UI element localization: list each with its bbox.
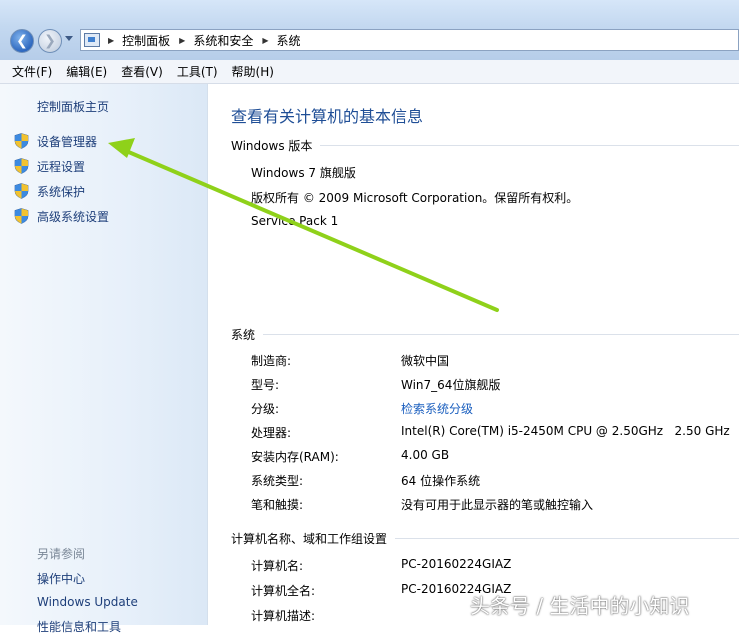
recent-pages-dropdown[interactable] (65, 36, 73, 41)
ram-value: 4.00 GB (401, 448, 450, 462)
service-pack: Service Pack 1 (251, 214, 339, 228)
full-name-label: 计算机全名: (251, 584, 316, 598)
menu-bar: 文件(F) 编辑(E) 查看(V) 工具(T) 帮助(H) (0, 60, 739, 84)
uac-shield-icon (14, 158, 29, 174)
divider (395, 538, 739, 539)
task-label: 设备管理器 (37, 134, 98, 149)
arrow-left-icon: ❮ (16, 33, 28, 49)
uac-shield-icon (14, 183, 29, 199)
edition-name: Windows 7 旗舰版 (251, 166, 356, 180)
address-bar[interactable]: ▶ 控制面板 ▶ 系统和安全 ▶ 系统 (80, 29, 739, 51)
computer-name-label: 计算机名: (251, 559, 304, 573)
title-bar: ❮ ❯ ▶ 控制面板 ▶ 系统和安全 ▶ 系统 (0, 0, 739, 60)
task-pane: 控制面板主页 设备管理器 远程设置 系统保护 高级系统设置 另请参阅 操作中心 … (0, 84, 208, 634)
uac-shield-icon (14, 133, 29, 149)
see-also-windows-update[interactable]: Windows Update (37, 595, 138, 609)
chevron-right-icon[interactable]: ▶ (262, 36, 268, 45)
task-system-protection[interactable]: 系统保护 (14, 182, 85, 200)
see-also-heading: 另请参阅 (37, 547, 86, 561)
computer-name-value: PC-20160224GIAZ (401, 557, 512, 571)
copyright-text: 版权所有 © 2009 Microsoft Corporation。保留所有权利… (251, 191, 579, 205)
ram-label: 安装内存(RAM): (251, 450, 339, 464)
pen-touch-label: 笔和触摸: (251, 498, 304, 512)
control-panel-home-link[interactable]: 控制面板主页 (37, 98, 109, 115)
rating-link[interactable]: 检索系统分级 (401, 400, 473, 417)
rating-label: 分级: (251, 402, 280, 416)
page-title: 查看有关计算机的基本信息 (231, 107, 424, 126)
menu-help[interactable]: 帮助(H) (225, 63, 281, 80)
model-value: Win7_64位旗舰版 (401, 378, 501, 392)
task-label: 远程设置 (37, 159, 86, 174)
chevron-right-icon[interactable]: ▶ (179, 36, 185, 45)
task-advanced-settings[interactable]: 高级系统设置 (14, 207, 109, 225)
pen-touch-value: 没有可用于此显示器的笔或触控输入 (401, 498, 594, 512)
menu-edit[interactable]: 编辑(E) (59, 63, 114, 80)
model-label: 型号: (251, 378, 280, 392)
chevron-right-icon[interactable]: ▶ (108, 36, 114, 45)
system-type-value: 64 位操作系统 (401, 474, 481, 488)
back-button[interactable]: ❮ (10, 29, 34, 53)
uac-shield-icon (14, 208, 29, 224)
section-computer-name: 计算机名称、域和工作组设置 (231, 530, 739, 547)
menu-file[interactable]: 文件(F) (0, 63, 59, 80)
see-also-performance[interactable]: 性能信息和工具 (37, 618, 121, 635)
manufacturer-value: 微软中国 (401, 354, 450, 368)
processor-label: 处理器: (251, 426, 292, 440)
manufacturer-label: 制造商: (251, 354, 292, 368)
section-heading: Windows 版本 (231, 139, 313, 153)
menu-view[interactable]: 查看(V) (114, 63, 170, 80)
main-content: 查看有关计算机的基本信息 Windows 版本 Windows 7 旗舰版 版权… (208, 84, 739, 625)
breadcrumb-control-panel[interactable]: 控制面板 (122, 32, 170, 49)
task-device-manager[interactable]: 设备管理器 (14, 132, 97, 150)
divider (263, 334, 739, 335)
system-type-label: 系统类型: (251, 474, 304, 488)
section-system: 系统 (231, 326, 739, 343)
control-panel-icon (84, 33, 100, 47)
breadcrumb-system-security[interactable]: 系统和安全 (193, 32, 253, 49)
section-windows-edition: Windows 版本 (231, 137, 739, 154)
menu-tools[interactable]: 工具(T) (170, 63, 225, 80)
breadcrumb-system[interactable]: 系统 (277, 32, 301, 49)
divider (320, 145, 739, 146)
watermark-text: 头条号 / 生活中的小知识 (470, 594, 690, 618)
see-also-action-center[interactable]: 操作中心 (37, 570, 85, 587)
section-heading: 计算机名称、域和工作组设置 (231, 532, 388, 546)
task-label: 高级系统设置 (37, 209, 110, 224)
section-heading: 系统 (231, 328, 256, 342)
arrow-right-icon: ❯ (44, 33, 56, 49)
task-remote-settings[interactable]: 远程设置 (14, 157, 85, 175)
processor-value: Intel(R) Core(TM) i5-2450M CPU @ 2.50GHz… (401, 424, 730, 438)
forward-button[interactable]: ❯ (38, 29, 62, 53)
task-label: 系统保护 (37, 184, 86, 199)
description-label: 计算机描述: (251, 609, 316, 623)
